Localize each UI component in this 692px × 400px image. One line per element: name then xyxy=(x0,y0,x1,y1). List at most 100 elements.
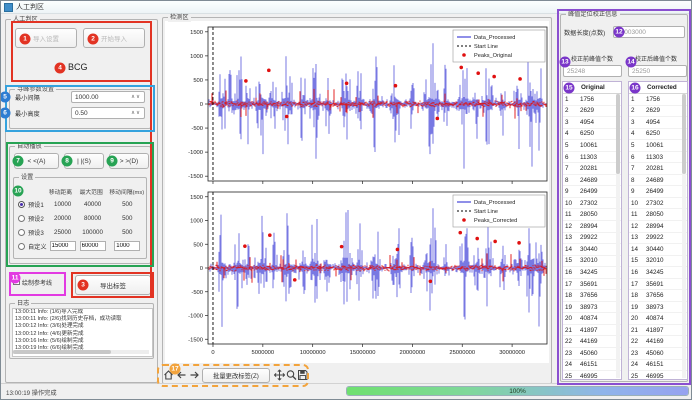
table-row[interactable]: 720281 xyxy=(629,163,687,175)
table-row[interactable]: 2141897 xyxy=(629,325,687,337)
table-row[interactable]: 824689 xyxy=(629,175,687,187)
table-row[interactable]: 11756 xyxy=(629,94,687,106)
table-row[interactable]: 2244169 xyxy=(629,336,687,348)
reference-line-checkbox[interactable] xyxy=(13,278,20,285)
table-row[interactable]: 46250 xyxy=(563,129,621,141)
signal-charts[interactable]: -1500-1000-500050010001500Data_Processed… xyxy=(163,19,553,365)
table-row[interactable]: 2446151 xyxy=(629,360,687,372)
table-row[interactable]: 720281 xyxy=(563,163,621,175)
log-title: 日志 xyxy=(15,300,31,308)
min-height-spinbox[interactable]: 0.50 ∧∨ xyxy=(71,107,145,119)
table-row[interactable]: 1634245 xyxy=(629,267,687,279)
forward-icon[interactable] xyxy=(189,369,200,381)
table-row[interactable]: 11756 xyxy=(563,94,621,106)
peak-value: 1756 xyxy=(646,96,687,103)
table-row[interactable]: 34954 xyxy=(629,117,687,129)
table-row[interactable]: 1430440 xyxy=(563,244,621,256)
preset-custom-input[interactable] xyxy=(80,241,106,251)
corrected-peaks-table[interactable]: Corrected 117562262934954462505100616113… xyxy=(628,81,688,380)
start-import-button[interactable]: 开始导入 xyxy=(83,28,145,48)
table-row[interactable]: 1938973 xyxy=(563,302,621,314)
peak-value: 2629 xyxy=(646,107,687,114)
import-settings-button[interactable]: 导入设置 xyxy=(15,28,77,48)
preset-radio[interactable] xyxy=(18,229,25,236)
table-row[interactable]: 1329922 xyxy=(563,233,621,245)
log-hscrollbar[interactable] xyxy=(13,350,149,354)
peak-value: 34245 xyxy=(646,269,687,276)
corrected-table-scrollbar[interactable] xyxy=(682,94,686,378)
preset-radio[interactable] xyxy=(18,243,25,250)
table-row[interactable]: 1938973 xyxy=(629,302,687,314)
table-row[interactable]: 2345060 xyxy=(563,348,621,360)
preset-radio[interactable] xyxy=(18,201,25,208)
table-row[interactable]: 1430440 xyxy=(629,244,687,256)
table-row[interactable]: 2546995 xyxy=(563,371,621,380)
preset-radio[interactable] xyxy=(18,215,25,222)
row-number: 23 xyxy=(563,350,580,357)
table-row[interactable]: 926499 xyxy=(629,186,687,198)
peak-value: 28050 xyxy=(580,211,621,218)
table-row[interactable]: 824689 xyxy=(563,175,621,187)
svg-text:1000: 1000 xyxy=(190,54,203,60)
batch-edit-labels-button[interactable]: 批量更改标签(Z) xyxy=(202,368,270,383)
pan-icon[interactable] xyxy=(274,369,285,381)
svg-text:500: 500 xyxy=(193,78,203,84)
min-height-value: 0.50 xyxy=(75,110,88,117)
table-row[interactable]: 1128050 xyxy=(563,209,621,221)
table-row[interactable]: 926499 xyxy=(563,186,621,198)
preset-row: 自定义 xyxy=(14,239,146,253)
table-row[interactable]: 1735691 xyxy=(629,279,687,291)
export-labels-button[interactable]: 导出标签 xyxy=(75,275,151,295)
table-row[interactable]: 1329922 xyxy=(629,233,687,245)
table-row[interactable]: 22629 xyxy=(563,106,621,118)
table-row[interactable]: 2244169 xyxy=(563,336,621,348)
spin-arrows-icon[interactable]: ∧∨ xyxy=(131,94,141,100)
table-row[interactable]: 2040874 xyxy=(629,313,687,325)
autoplay-forward-button[interactable]: > >(D) xyxy=(109,153,149,169)
table-row[interactable]: 2345060 xyxy=(629,348,687,360)
min-interval-spinbox[interactable]: 1000.00 ∧∨ xyxy=(71,91,145,103)
table-row[interactable]: 1532010 xyxy=(629,256,687,268)
table-row[interactable]: 1228994 xyxy=(563,221,621,233)
table-row[interactable]: 1837656 xyxy=(629,290,687,302)
svg-text:30000000: 30000000 xyxy=(499,350,525,356)
table-row[interactable]: 2040874 xyxy=(563,313,621,325)
table-row[interactable]: 1228994 xyxy=(629,221,687,233)
preset-custom-input[interactable] xyxy=(50,241,76,251)
svg-text:Start Line: Start Line xyxy=(474,209,498,215)
peak-value: 41897 xyxy=(646,327,687,334)
table-row[interactable]: 1837656 xyxy=(563,290,621,302)
spin-arrows-icon[interactable]: ∧∨ xyxy=(131,110,141,116)
preset-custom-input[interactable] xyxy=(114,241,140,251)
original-peaks-table[interactable]: Original 1175622629349544625051006161130… xyxy=(562,81,622,380)
preset-label: 预设2 xyxy=(28,214,49,223)
table-row[interactable]: 2446151 xyxy=(563,360,621,372)
table-row[interactable]: 2546995 xyxy=(629,371,687,380)
table-row[interactable]: 1634245 xyxy=(563,267,621,279)
after-count-value: 25250 xyxy=(632,68,650,75)
save-icon[interactable] xyxy=(297,369,308,381)
table-row[interactable]: 2141897 xyxy=(563,325,621,337)
table-row[interactable]: 1027302 xyxy=(629,198,687,210)
zoom-icon[interactable] xyxy=(286,369,297,381)
table-row[interactable]: 611303 xyxy=(563,152,621,164)
autoplay-pause-button[interactable]: | |(S) xyxy=(64,153,104,169)
table-row[interactable]: 1128050 xyxy=(629,209,687,221)
back-icon[interactable] xyxy=(176,369,187,381)
table-row[interactable]: 510061 xyxy=(563,140,621,152)
table-row[interactable]: 22629 xyxy=(629,106,687,118)
svg-text:Start Line: Start Line xyxy=(474,44,498,50)
table-row[interactable]: 46250 xyxy=(629,129,687,141)
row-number: 21 xyxy=(629,327,646,334)
original-table-scrollbar[interactable] xyxy=(616,94,620,378)
table-row[interactable]: 510061 xyxy=(629,140,687,152)
home-icon[interactable] xyxy=(163,369,174,381)
table-row[interactable]: 1027302 xyxy=(563,198,621,210)
table-row[interactable]: 611303 xyxy=(629,152,687,164)
table-row[interactable]: 34954 xyxy=(563,117,621,129)
svg-text:Peaks_Corrected: Peaks_Corrected xyxy=(474,218,517,224)
table-row[interactable]: 1532010 xyxy=(563,256,621,268)
autoplay-back-button[interactable]: < <(A) xyxy=(14,153,59,169)
peak-value: 45060 xyxy=(646,350,687,357)
table-row[interactable]: 1735691 xyxy=(563,279,621,291)
